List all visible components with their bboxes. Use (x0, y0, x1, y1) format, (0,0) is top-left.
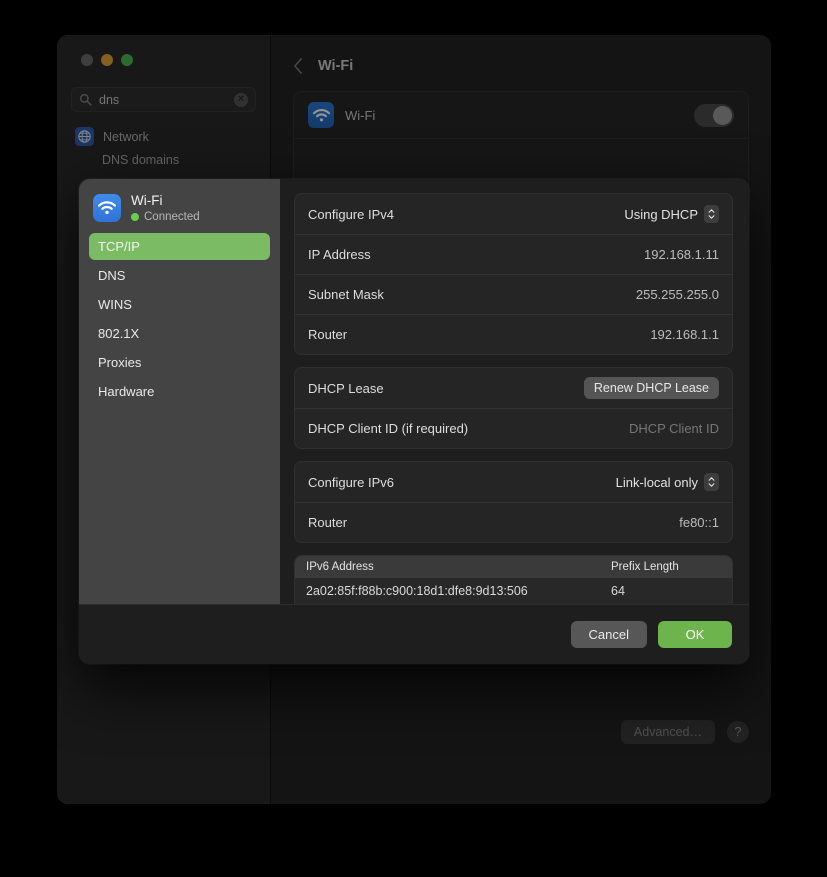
ipv4-router-label: Router (308, 327, 348, 342)
configure-ipv4-dropdown[interactable]: Using DHCP (624, 205, 719, 223)
configure-ipv4-row: Configure IPv4 Using DHCP (295, 194, 732, 234)
sheet-nav-item-hardware[interactable]: Hardware (89, 378, 270, 405)
wifi-toggle[interactable] (694, 103, 734, 127)
column-header-prefix-length: Prefix Length (611, 561, 679, 573)
detail-footer-buttons: Advanced… ? (620, 720, 749, 744)
configure-ipv6-row: Configure IPv6 Link-local only (295, 462, 732, 502)
column-header-ipv6-address: IPv6 Address (306, 561, 374, 573)
help-button[interactable]: ? (727, 721, 749, 743)
sheet-network-name: Wi-Fi (131, 193, 163, 208)
configure-ipv6-label: Configure IPv6 (308, 474, 394, 490)
sheet-nav-item-dns[interactable]: DNS (89, 262, 270, 289)
ipv6-address-table: IPv6 Address Prefix Length 2a02:85f:f88b… (294, 555, 733, 604)
subnet-mask-value: 255.255.255.0 (635, 287, 719, 302)
configure-ipv4-value: Using DHCP (624, 206, 698, 222)
detail-header: Wi-Fi (293, 35, 749, 91)
ok-button[interactable]: OK (658, 621, 732, 648)
advanced-button[interactable]: Advanced… (620, 720, 715, 744)
sheet-network-info: Wi-Fi Connected (131, 193, 200, 223)
close-window-button[interactable] (81, 54, 93, 66)
search-result-group-network[interactable]: Network (69, 124, 258, 149)
minimize-window-button[interactable] (101, 54, 113, 66)
globe-icon (75, 127, 94, 146)
dhcp-client-id-row: DHCP Client ID (if required) DHCP Client… (295, 408, 732, 448)
cancel-button[interactable]: Cancel (570, 621, 647, 648)
ipv4-router-value: 192.168.1.1 (650, 327, 719, 342)
chevron-updown-icon (704, 205, 719, 223)
connected-status-dot-icon (131, 212, 139, 221)
wifi-toggle-row: Wi-Fi (294, 92, 748, 138)
search-result-group-label: Network (103, 129, 149, 144)
dhcp-lease-row: DHCP Lease Renew DHCP Lease (295, 368, 732, 408)
ip-address-label: IP Address (308, 247, 371, 262)
ip-address-value: 192.168.1.11 (644, 247, 719, 262)
sheet-footer: Cancel OK (79, 604, 749, 664)
wifi-icon (308, 102, 334, 128)
screen: dns ✕ Network DNS domains Wi-Fi Wi-Fi Ad… (0, 0, 827, 877)
back-chevron-icon[interactable] (293, 57, 304, 75)
sheet-nav-item-8021x[interactable]: 802.1X (89, 320, 270, 347)
wifi-toggle-knob (713, 105, 732, 125)
sheet-nav-item-tcpip[interactable]: TCP/IP (89, 232, 270, 260)
wifi-row-label-group: Wi-Fi (308, 102, 375, 128)
prefix-length-value: 64 (611, 584, 625, 598)
search-results-list: Network DNS domains (67, 124, 260, 171)
search-result-item-dns-domains[interactable]: DNS domains (69, 149, 258, 171)
chevron-up-icon (708, 209, 715, 213)
wifi-icon (93, 193, 121, 222)
sheet-nav-item-proxies[interactable]: Proxies (89, 349, 270, 376)
dhcp-card: DHCP Lease Renew DHCP Lease DHCP Client … (294, 367, 733, 449)
wifi-label: Wi-Fi (345, 107, 376, 123)
sheet-network-status: Connected (131, 211, 200, 223)
maximize-window-button[interactable] (121, 54, 133, 66)
window-traffic-lights (67, 35, 260, 85)
hotspot-row (294, 138, 748, 184)
tcpip-settings-sheet: Wi-Fi Connected TCP/IP DNS WINS 802.1X P… (79, 179, 749, 664)
chevron-down-icon (708, 483, 715, 487)
clear-search-icon[interactable]: ✕ (234, 92, 248, 107)
sheet-sidebar: Wi-Fi Connected TCP/IP DNS WINS 802.1X P… (79, 179, 280, 604)
subnet-mask-label: Subnet Mask (308, 287, 384, 302)
table-row[interactable]: 2a02:85f:f88b:c900:18d1:dfe8:9d13:506 64 (295, 578, 732, 604)
search-field[interactable]: dns ✕ (71, 87, 256, 112)
ipv4-card: Configure IPv4 Using DHCP IP Address 192… (294, 193, 733, 355)
dhcp-client-id-label: DHCP Client ID (if required) (308, 421, 469, 436)
ipv4-router-row: Router 192.168.1.1 (295, 314, 732, 354)
renew-dhcp-lease-button[interactable]: Renew DHCP Lease (583, 377, 719, 399)
wifi-arcs-icon (98, 201, 116, 214)
ipv6-router-label: Router (308, 515, 348, 530)
ipv6-card: Configure IPv6 Link-local only Router fe… (294, 461, 733, 543)
sheet-nav-item-wins[interactable]: WINS (89, 291, 270, 318)
search-icon (79, 93, 92, 106)
chevron-updown-icon (704, 473, 719, 491)
dhcp-lease-label: DHCP Lease (308, 380, 384, 396)
ipv6-router-value: fe80::1 (679, 515, 719, 530)
subnet-mask-row: Subnet Mask 255.255.255.0 (295, 274, 732, 314)
sheet-body: Wi-Fi Connected TCP/IP DNS WINS 802.1X P… (79, 179, 749, 604)
configure-ipv6-dropdown[interactable]: Link-local only (616, 473, 719, 491)
sheet-network-status-label: Connected (144, 210, 200, 223)
sheet-main-content: Configure IPv4 Using DHCP IP Address 192… (280, 179, 749, 604)
ipv6-router-row: Router fe80::1 (295, 502, 732, 542)
page-title: Wi-Fi (318, 58, 354, 74)
sheet-network-header: Wi-Fi Connected (89, 191, 270, 233)
search-input-value[interactable]: dns (99, 93, 234, 107)
configure-ipv4-label: Configure IPv4 (308, 206, 394, 222)
wifi-arcs-icon (312, 108, 330, 121)
chevron-down-icon (708, 215, 715, 219)
ip-address-row: IP Address 192.168.1.11 (295, 234, 732, 274)
ipv6-address-value: 2a02:85f:f88b:c900:18d1:dfe8:9d13:506 (306, 584, 528, 598)
table-header-row: IPv6 Address Prefix Length (295, 556, 732, 578)
chevron-up-icon (708, 477, 715, 481)
configure-ipv6-value: Link-local only (615, 474, 698, 490)
dhcp-client-id-input[interactable]: DHCP Client ID (629, 421, 719, 436)
